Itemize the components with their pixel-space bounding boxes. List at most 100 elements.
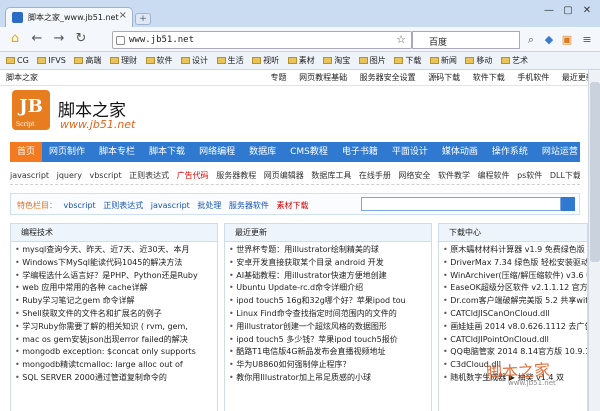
list-item[interactable]: Linux Find命令查找指定时间范围内的文件的 [229, 308, 431, 321]
vertical-scrollbar[interactable] [588, 70, 600, 411]
bookmark-item[interactable]: CG [6, 52, 29, 69]
list-item[interactable]: Shell获取文件的文件名和扩展名的例子 [15, 308, 217, 321]
scrollbar-thumb[interactable] [590, 82, 600, 262]
list-item[interactable]: AI基础教程：用illustrator快速方便地创建 [229, 270, 431, 283]
star-icon[interactable]: ☆ [394, 33, 408, 47]
nav-item[interactable]: 媒体动画 [435, 142, 485, 162]
nav-item[interactable]: 数据库 [242, 142, 283, 162]
list-item[interactable]: CATCldJIPointOnCloud.dll [443, 334, 587, 347]
bookmark-item[interactable]: 淘宝 [323, 52, 350, 69]
close-window-button[interactable]: ✕ [578, 4, 596, 18]
bookmark-item[interactable]: 设计 [181, 52, 208, 69]
bookmark-manager-icon[interactable]: ▣ [560, 33, 574, 47]
feature-link[interactable]: 服务器软件 [229, 201, 269, 210]
home-icon[interactable]: ⌂ [4, 30, 26, 48]
feature-link[interactable]: 正则表达式 [103, 201, 143, 210]
site-search-button[interactable] [561, 197, 575, 211]
sub-nav-link[interactable]: 正则表达式 [129, 171, 169, 180]
list-item[interactable]: SQL SERVER 2000通过管道复制命令的 [15, 372, 217, 385]
tab-close-icon[interactable]: × [119, 10, 127, 21]
top-link[interactable]: 手机软件 [517, 70, 549, 86]
list-item[interactable]: 用illustrator创建一个超炫风格的数据图形 [229, 321, 431, 334]
list-item[interactable]: ipod touch5 16g和32g哪个好？苹果ipod tou [229, 295, 431, 308]
minimize-button[interactable]: — [540, 4, 558, 18]
feature-link[interactable]: 素材下载 [276, 201, 308, 210]
nav-item[interactable]: 脚本下载 [142, 142, 192, 162]
top-link[interactable]: 服务器安全设置 [360, 70, 416, 86]
list-item[interactable]: web 应用中常用的各种 cache详解 [15, 282, 217, 295]
sub-nav-link[interactable]: ps软件 [517, 171, 542, 180]
bookmark-item[interactable]: 生活 [216, 52, 244, 69]
bookmark-item[interactable]: 图片 [358, 52, 386, 69]
search-icon[interactable]: ⌕ [524, 33, 538, 47]
list-item[interactable]: 华为U8860如何强制停止程序？ [229, 359, 431, 372]
sub-nav-link[interactable]: 软件教学 [438, 171, 470, 180]
bookmark-item[interactable]: 新闻 [429, 52, 457, 69]
top-link[interactable]: 源码下载 [428, 70, 460, 86]
feature-link[interactable]: 批处理 [197, 201, 221, 210]
nav-item[interactable]: 操作系统 [485, 142, 535, 162]
sub-nav-link[interactable]: 数据库工具 [311, 171, 351, 180]
bookmark-item[interactable]: 软件 [145, 52, 173, 69]
sub-nav-link[interactable]: 网络安全 [398, 171, 430, 180]
top-link[interactable]: 网页教程基础 [299, 70, 347, 86]
sub-nav-link[interactable]: 服务器教程 [216, 171, 256, 180]
nav-item[interactable]: 平面设计 [385, 142, 435, 162]
menu-icon[interactable]: ≡ [580, 33, 594, 47]
list-item[interactable]: mongodb exception: $concat only supports [15, 346, 217, 359]
list-item[interactable]: 学习Ruby你需要了解的相关知识 ( rvm, gem, [15, 321, 217, 334]
browser-tab[interactable]: 脚本之家_www.jb51.net × [5, 7, 133, 27]
list-item[interactable]: 原木蠕材材料计算器 v1.9 免费绿色版 [443, 244, 587, 257]
sub-nav-link[interactable]: DLL下载 [550, 171, 580, 180]
site-search-input[interactable] [361, 197, 561, 211]
list-item[interactable]: Ruby学习笔记之gem 命令详解 [15, 295, 217, 308]
nav-item[interactable]: CMS教程 [283, 142, 335, 162]
nav-item[interactable]: 网站运营 [535, 142, 580, 162]
feature-link[interactable]: javascript [151, 201, 190, 210]
feature-link[interactable]: vbscript [64, 201, 96, 210]
bookmark-item[interactable]: 视听 [252, 52, 279, 69]
list-item[interactable]: CATCldJISCanOnCloud.dll [443, 308, 587, 321]
site-logo[interactable]: JB Script [12, 90, 50, 130]
list-item[interactable]: mac os gem安装json出现error failed的解决 [15, 334, 217, 347]
reload-button[interactable]: ↻ [70, 30, 92, 48]
search-box[interactable]: 百度 [412, 31, 520, 49]
list-item[interactable]: Dr.com客户端破解完美版 5.2 共享wifi [443, 295, 587, 308]
bookmark-item[interactable]: 移动 [465, 52, 492, 69]
extension-icon[interactable]: ◆ [542, 33, 556, 47]
top-link[interactable]: 专题 [271, 70, 287, 86]
bookmark-item[interactable]: 高端 [74, 52, 101, 69]
list-item[interactable]: 世界杯专题：用illustrator绘制精美的球 [229, 244, 431, 257]
list-item[interactable]: DriverMax 7.34 绿色版 轻松安装驱动程序 [443, 257, 587, 270]
list-item[interactable]: 画娃娃画 2014 v8.0.626.1112 去广告版 [443, 321, 587, 334]
sub-nav-link[interactable]: 广告代码 [177, 171, 209, 180]
list-item[interactable]: 安卓开发直接获取某个目录 android 开发 [229, 257, 431, 270]
new-tab-button[interactable]: + [135, 13, 151, 25]
nav-item[interactable]: 网络编程 [192, 142, 242, 162]
list-item[interactable]: mysql查询今天、昨天、近7天、近30天、本月 [15, 244, 217, 257]
list-item[interactable]: 学编程选什么语言好？是PHP、Python还是Ruby [15, 270, 217, 283]
nav-item[interactable]: 脚本专栏 [92, 142, 142, 162]
list-item[interactable]: WinArchiver(压缩/解压缩软件) v3.6 中文 [443, 270, 587, 283]
address-bar[interactable]: www.jb51.net [112, 31, 412, 49]
back-button[interactable]: ← [26, 30, 48, 48]
top-link[interactable]: 软件下载 [473, 70, 505, 86]
list-item[interactable]: Ubuntu Update-rc.d命令详细介绍 [229, 282, 431, 295]
bookmark-item[interactable]: IFVS [37, 52, 66, 69]
list-item[interactable]: Windows下MySql能读代码1045的解决方法 [15, 257, 217, 270]
bookmark-item[interactable]: 理财 [109, 52, 137, 69]
sub-nav-link[interactable]: 网页编辑器 [264, 171, 304, 180]
sub-nav-link[interactable]: vbscript [89, 171, 121, 180]
sub-nav-link[interactable]: 在线手册 [359, 171, 391, 180]
top-link[interactable]: 最近更新 [562, 70, 588, 86]
bookmark-item[interactable]: 素材 [287, 52, 315, 69]
nav-item-home[interactable]: 首页 [10, 142, 43, 162]
bookmark-item[interactable]: 下载 [394, 52, 421, 69]
sub-nav-link[interactable]: jquery [57, 171, 82, 180]
forward-button[interactable]: → [48, 30, 70, 48]
sub-nav-link[interactable]: javascript [10, 171, 49, 180]
list-item[interactable]: EaseOK超级分区软件 v2.1.1.12 官方安装 [443, 282, 587, 295]
maximize-button[interactable]: ▢ [559, 4, 577, 18]
list-item[interactable]: 教你用Illustrator加上吊足质感的小球 [229, 372, 431, 385]
nav-item[interactable]: 网页制作 [42, 142, 92, 162]
